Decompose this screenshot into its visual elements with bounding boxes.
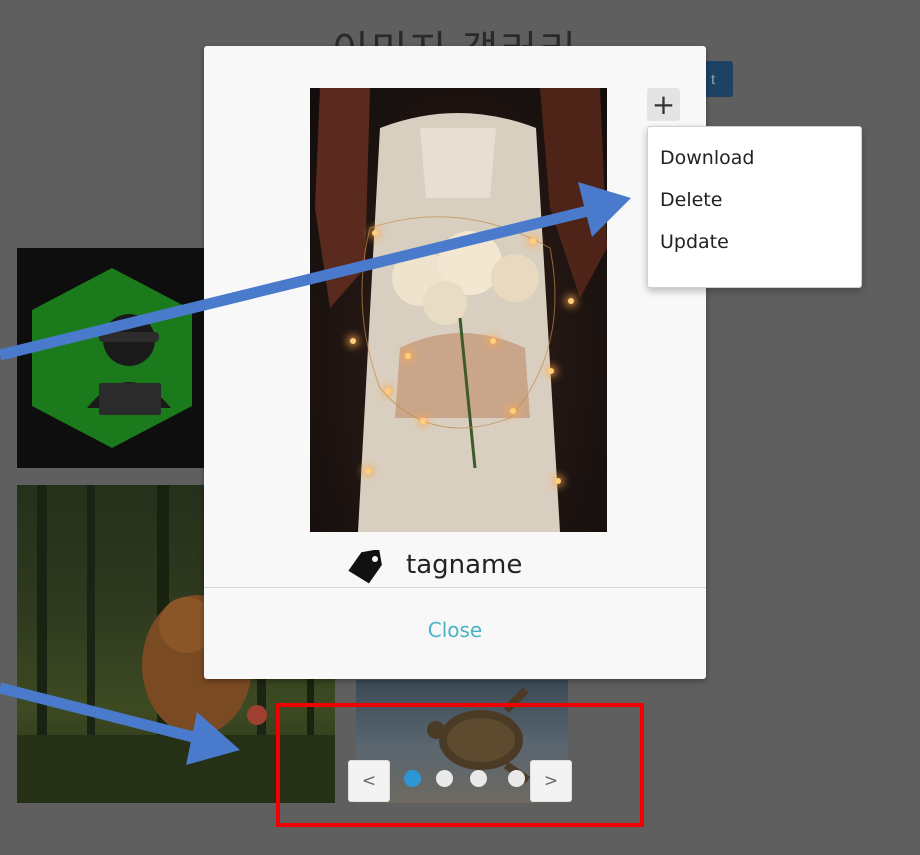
image-modal: + tagname Close [204,46,706,679]
dropdown-item-update[interactable]: Update [660,231,729,253]
gallery-page: 이미지 갤러리 t [0,0,920,855]
girl-with-roses-image [315,88,607,532]
actions-dropdown: Download Delete Update [647,126,862,288]
modal-photo [310,88,607,532]
tag-icon [348,550,382,584]
modal-divider [204,587,706,588]
pagination-highlight-box [276,703,644,827]
thumbnail-hacker [17,248,207,468]
tag-row: tagname [344,546,604,586]
dropdown-item-delete[interactable]: Delete [660,189,722,211]
dropdown-item-download[interactable]: Download [660,147,754,169]
hacker-icon [32,268,192,448]
close-button[interactable]: Close [204,618,706,642]
plus-button[interactable]: + [647,88,680,121]
tag-label: tagname [406,550,523,580]
